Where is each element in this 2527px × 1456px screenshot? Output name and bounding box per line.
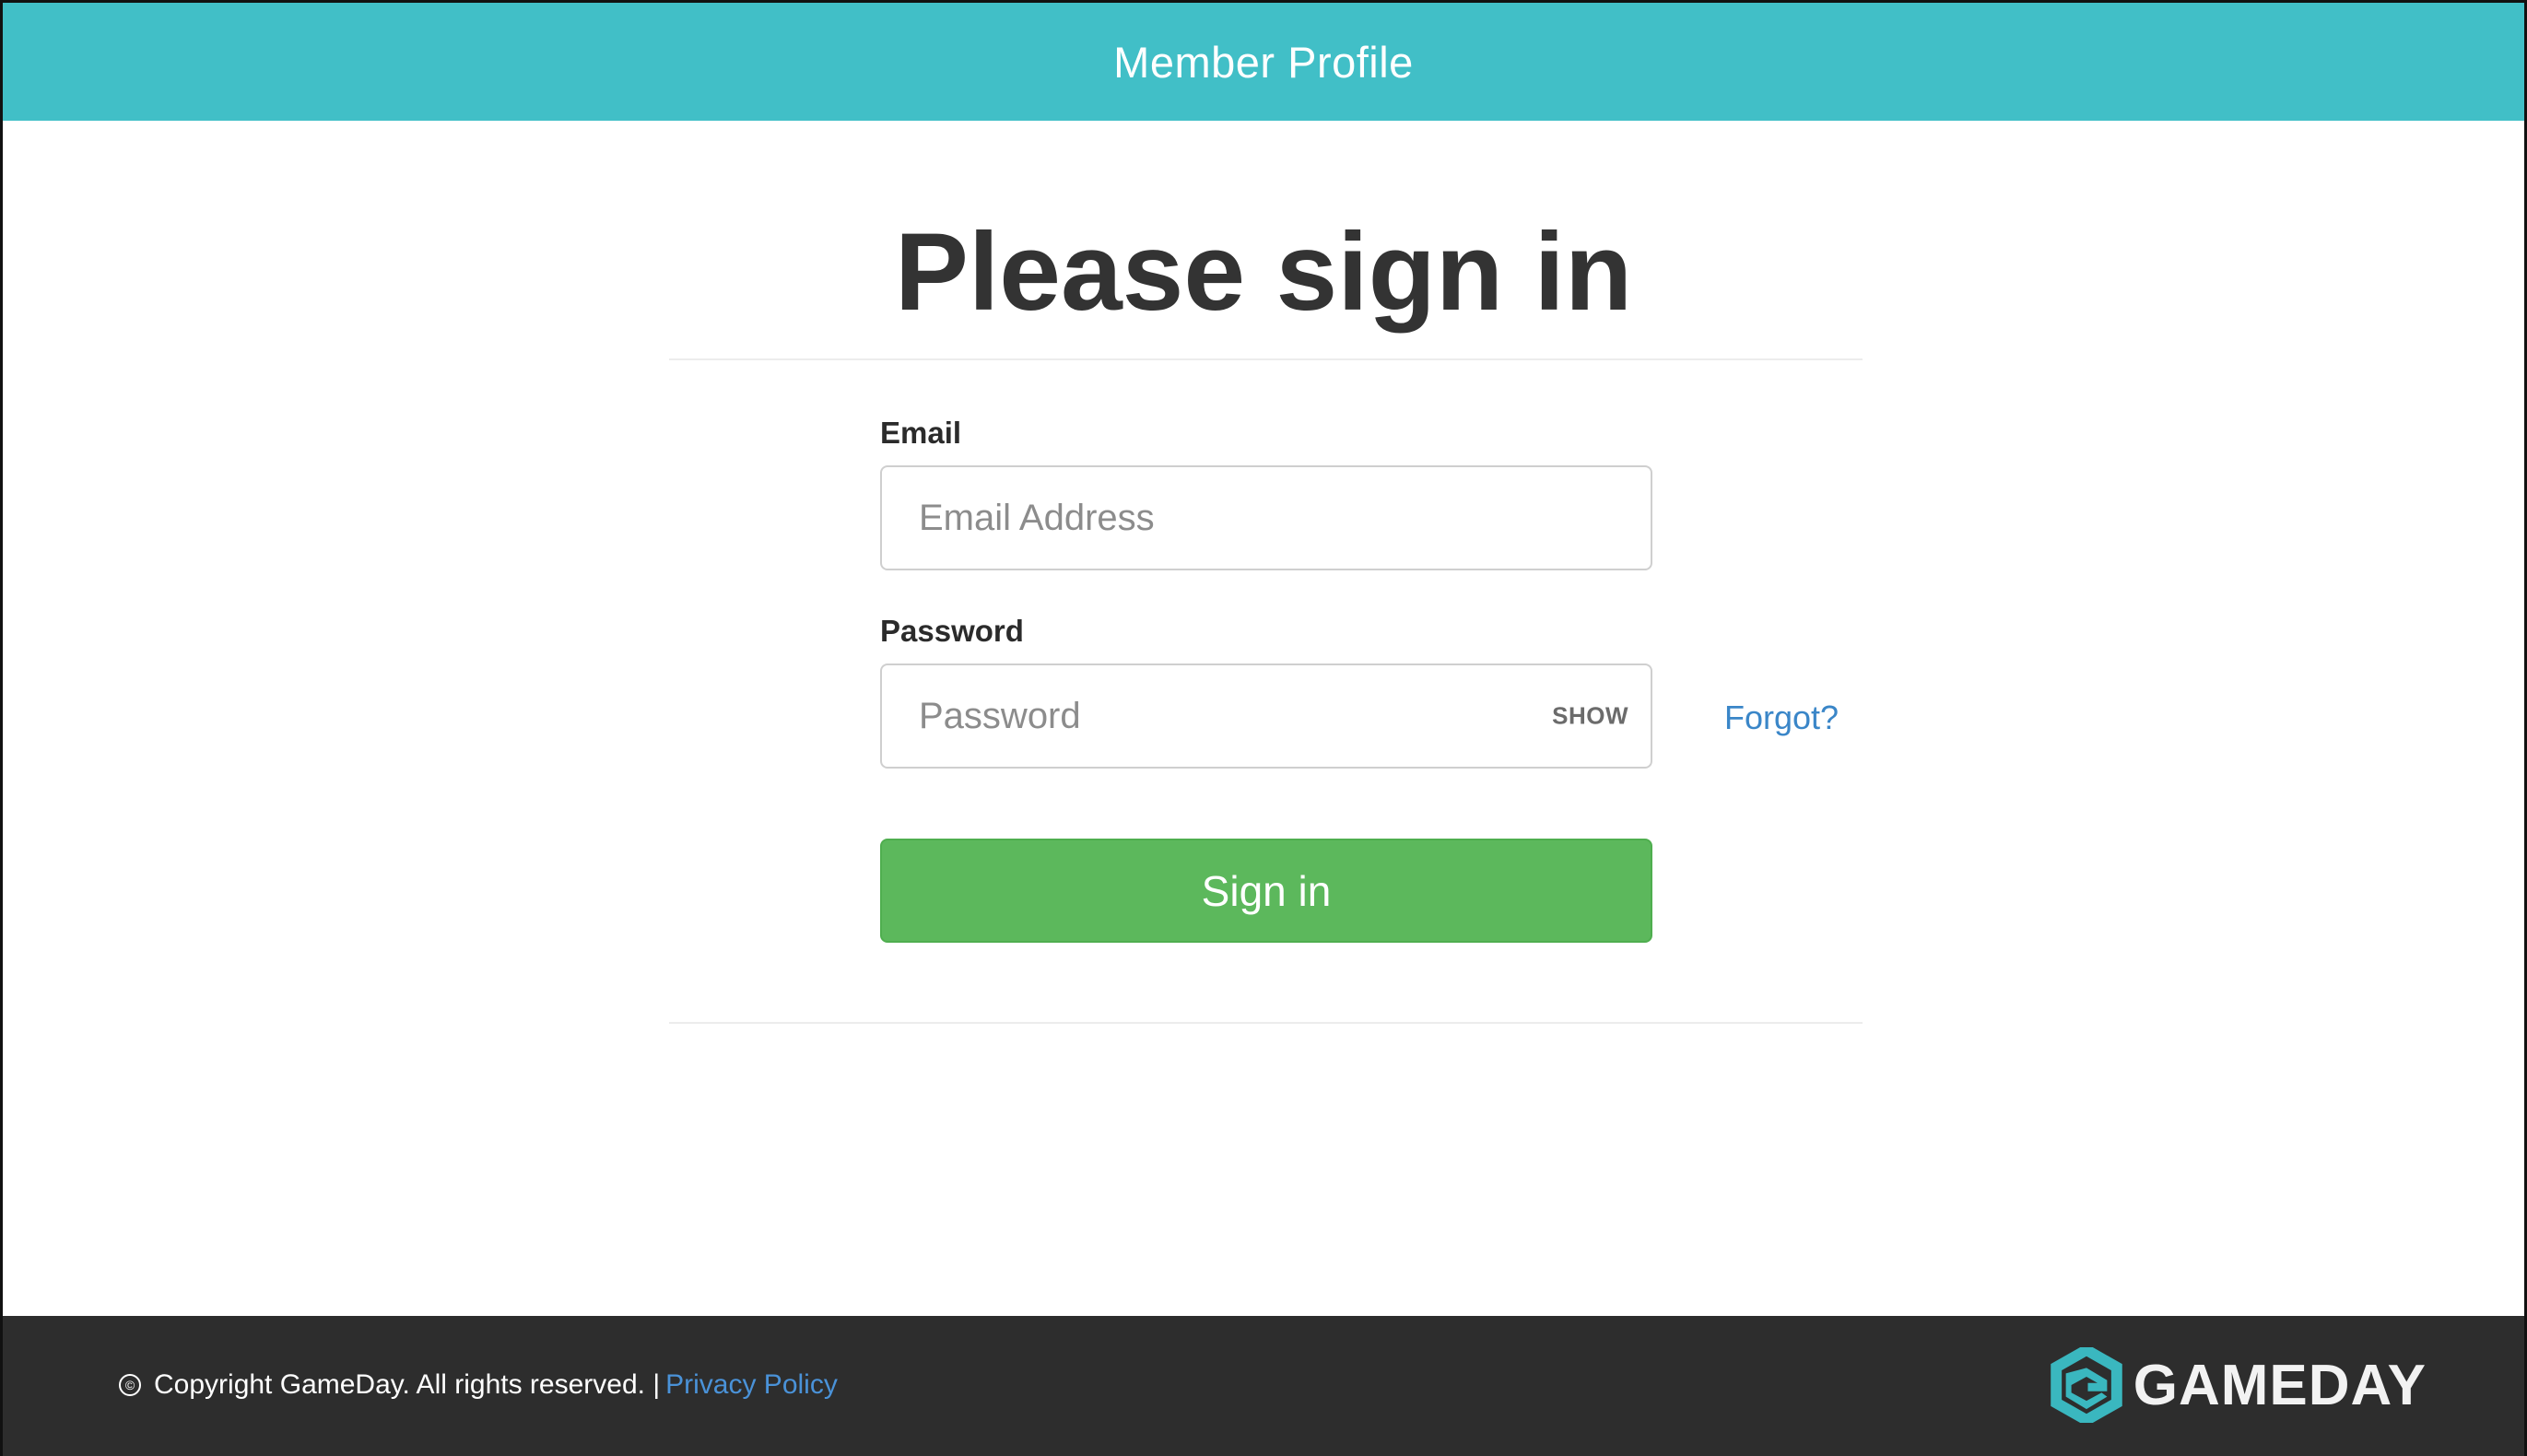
password-label: Password <box>880 614 1024 648</box>
password-field-wrapper: SHOW <box>880 663 1652 769</box>
divider-bottom <box>669 1022 1863 1024</box>
brand-name: GAMEDAY <box>2133 1353 2427 1417</box>
page-title: Member Profile <box>1113 37 1414 87</box>
page-frame: Member Profile Please sign in Email Pass… <box>0 0 2527 1456</box>
forgot-password-link[interactable]: Forgot? <box>1724 699 1839 737</box>
top-bar: Member Profile <box>3 3 2524 121</box>
gameday-logo-icon <box>2051 1347 2122 1423</box>
email-field-wrapper <box>880 465 1652 570</box>
footer: © Copyright GameDay. All rights reserved… <box>3 1316 2524 1456</box>
password-input[interactable] <box>882 665 1651 767</box>
copyright-icon: © <box>119 1374 141 1396</box>
brand[interactable]: GAMEDAY <box>2051 1347 2427 1423</box>
signin-heading: Please sign in <box>894 210 1633 334</box>
email-input[interactable] <box>882 467 1651 569</box>
copyright-text: Copyright GameDay. All rights reserved. … <box>154 1369 661 1400</box>
sign-in-button[interactable]: Sign in <box>880 839 1652 943</box>
copyright: © Copyright GameDay. All rights reserved… <box>119 1369 838 1401</box>
privacy-policy-link[interactable]: Privacy Policy <box>665 1369 838 1401</box>
email-label: Email <box>880 416 962 450</box>
divider-top <box>669 358 1863 360</box>
show-password-toggle[interactable]: SHOW <box>1552 702 1628 731</box>
